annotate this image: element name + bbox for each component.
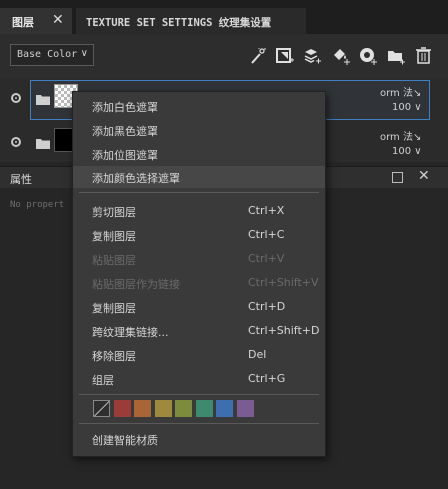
menu-item-paste-layer: 粘贴图层 Ctrl+V: [73, 248, 325, 270]
visibility-toggle-icon[interactable]: [11, 137, 21, 147]
color-tag-swatch[interactable]: [154, 400, 172, 417]
menu-item-cut-layer[interactable]: 剪切图层 Ctrl+X: [73, 200, 325, 222]
menu-item-shortcut: Del: [248, 348, 267, 361]
menu-item-remove-layer[interactable]: 移除图层 Del: [73, 344, 325, 366]
menu-item-label: 剪切图层: [92, 206, 136, 219]
tab-texture-set-settings-label: TEXTURE SET SETTINGS 纹理集设置: [86, 17, 272, 29]
tab-layers-label: 图层: [12, 16, 34, 29]
properties-title: 属性: [10, 173, 32, 186]
delete-icon[interactable]: [414, 46, 434, 66]
menu-item-duplicate-layer[interactable]: 复制图层 Ctrl+D: [73, 296, 325, 318]
tab-bar: 图层 ✕ TEXTURE SET SETTINGS 纹理集设置: [0, 0, 448, 34]
menu-item-paste-layer-as-link: 粘贴图层作为链接 Ctrl+Shift+V: [73, 272, 325, 294]
opacity-field[interactable]: 100 ∨: [392, 146, 422, 157]
chevron-down-icon: ∨: [80, 48, 88, 59]
color-tag-swatch[interactable]: [113, 400, 131, 417]
menu-item-shortcut: Ctrl+D: [248, 300, 286, 313]
blend-mode-dropdown[interactable]: orm 法↘: [380, 128, 421, 143]
close-icon[interactable]: ✕: [418, 168, 430, 184]
menu-item-label: 添加黑色遮罩: [92, 125, 158, 138]
menu-separator: [79, 192, 319, 193]
add-effect-icon[interactable]: [248, 46, 268, 66]
menu-item-label: 添加颜色选择遮罩: [92, 172, 180, 185]
color-tag-swatch[interactable]: [134, 400, 151, 417]
menu-item-add-white-mask[interactable]: 添加白色遮罩: [73, 95, 325, 117]
channel-dropdown[interactable]: Base Color ∨: [10, 44, 94, 66]
layers-toolbar: Base Color ∨: [0, 34, 448, 78]
menu-item-link-across-texture-sets[interactable]: 跨纹理集链接... Ctrl+Shift+D: [73, 320, 325, 342]
folder-icon: [36, 94, 50, 108]
visibility-toggle-icon[interactable]: [11, 93, 21, 103]
menu-item-label: 粘贴图层: [92, 254, 136, 267]
opacity-field[interactable]: 100 ∨: [392, 102, 422, 113]
folder-icon: [36, 138, 50, 152]
menu-item-create-smart-material[interactable]: 创建智能材质: [73, 428, 325, 450]
color-tag-none-swatch[interactable]: [93, 400, 110, 417]
menu-item-label: 组层: [92, 374, 114, 387]
smart-material-icon[interactable]: [358, 46, 378, 66]
add-mask-icon[interactable]: [275, 46, 295, 66]
menu-item-label: 复制图层: [92, 230, 136, 243]
menu-item-label: 创建智能材质: [92, 434, 158, 447]
tab-layers[interactable]: 图层 ✕: [0, 8, 72, 34]
add-fill-layer-icon[interactable]: [302, 46, 322, 66]
menu-item-add-bitmap-mask[interactable]: 添加位图遮罩: [73, 143, 325, 165]
menu-item-label: 粘贴图层作为链接: [92, 278, 180, 291]
menu-item-label: 移除图层: [92, 350, 136, 363]
menu-item-label: 添加位图遮罩: [92, 149, 158, 162]
menu-item-shortcut: Ctrl+V: [248, 252, 285, 265]
add-folder-icon[interactable]: [386, 46, 406, 66]
tab-texture-set-settings[interactable]: TEXTURE SET SETTINGS 纹理集设置: [76, 8, 306, 34]
color-tag-swatch[interactable]: [175, 400, 192, 417]
menu-separator: [79, 423, 319, 424]
blend-mode-dropdown[interactable]: orm 法↘: [380, 84, 421, 99]
menu-item-shortcut: Ctrl+C: [248, 228, 285, 241]
menu-item-shortcut: Ctrl+Shift+V: [248, 276, 319, 289]
properties-empty-text: No propert: [10, 200, 65, 210]
add-paint-layer-icon[interactable]: [331, 46, 351, 66]
menu-item-add-color-selection-mask[interactable]: 添加颜色选择遮罩: [73, 166, 325, 188]
color-tag-swatch[interactable]: [216, 400, 233, 417]
menu-separator: [79, 394, 319, 395]
menu-item-label: 添加白色遮罩: [92, 101, 158, 114]
menu-item-shortcut: Ctrl+G: [248, 372, 286, 385]
menu-item-shortcut: Ctrl+X: [248, 204, 285, 217]
menu-item-label: 跨纹理集链接...: [92, 326, 169, 339]
menu-item-add-black-mask[interactable]: 添加黑色遮罩: [73, 119, 325, 141]
close-icon[interactable]: ✕: [52, 12, 64, 28]
channel-dropdown-value: Base Color: [17, 49, 78, 60]
restore-window-icon[interactable]: [392, 172, 403, 183]
color-tag-swatch[interactable]: [236, 400, 254, 417]
color-tag-swatch[interactable]: [195, 400, 213, 417]
menu-item-group-layers[interactable]: 组层 Ctrl+G: [73, 368, 325, 390]
context-menu: 添加白色遮罩 添加黑色遮罩 添加位图遮罩 添加颜色选择遮罩 剪切图层 Ctrl+X…: [72, 91, 326, 457]
menu-item-copy-layer[interactable]: 复制图层 Ctrl+C: [73, 224, 325, 246]
menu-item-label: 复制图层: [92, 302, 136, 315]
menu-item-shortcut: Ctrl+Shift+D: [248, 324, 320, 337]
